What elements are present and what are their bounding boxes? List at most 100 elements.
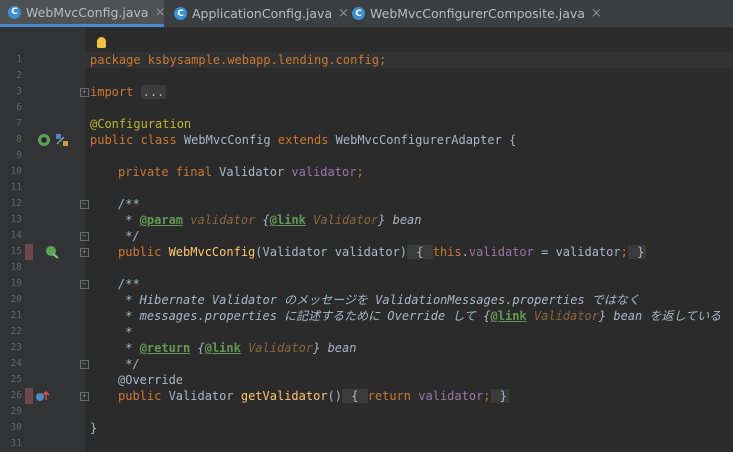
line-number: 3 <box>16 86 22 97</box>
line-number: 10 <box>10 166 22 177</box>
line-number: 22 <box>10 326 22 337</box>
class-icon: C <box>8 5 21 19</box>
code-line: } <box>90 421 98 435</box>
javadoc-tag: @return <box>139 341 191 355</box>
tab-label: WebMvcConfig.java <box>26 4 149 20</box>
close-icon[interactable]: × <box>591 6 602 21</box>
javadoc-text: bean を返している <box>606 309 722 323</box>
package-name: ksbysample.webapp.lending.config; <box>140 53 387 67</box>
override-method-icon[interactable] <box>34 388 50 404</box>
line-number: 30 <box>10 422 22 433</box>
fold-toggle[interactable]: + <box>80 248 89 257</box>
javadoc-param: validator <box>183 213 263 227</box>
line-number: 12 <box>10 198 22 209</box>
punctuation: ; <box>356 165 364 179</box>
javadoc-text: bean <box>320 341 357 355</box>
javadoc-ref: Validator <box>305 213 379 227</box>
line-number: 13 <box>10 214 22 225</box>
punctuation: () <box>327 389 342 403</box>
fold-toggle[interactable]: − <box>80 200 89 209</box>
method-name: getValidator <box>240 389 328 403</box>
punctuation: ) <box>399 245 408 259</box>
change-marker <box>25 244 33 260</box>
parameter-name: validator <box>555 245 621 259</box>
keyword: private <box>118 165 169 179</box>
spring-bean-icon[interactable] <box>36 132 52 148</box>
fold-brace[interactable]: { <box>342 389 368 403</box>
fold-toggle[interactable]: − <box>80 360 89 369</box>
code-line: public WebMvcConfig(Validator validator)… <box>118 244 647 260</box>
javadoc-line: * @return {@link Validator} bean <box>118 340 356 356</box>
line-number: 18 <box>10 262 22 273</box>
line-number: 25 <box>10 374 22 385</box>
operator: = <box>533 245 556 259</box>
lightbulb-icon[interactable] <box>97 37 106 48</box>
fold-toggle[interactable]: + <box>80 392 89 401</box>
line-number: 20 <box>10 294 22 305</box>
class-icon: C <box>352 7 365 20</box>
javadoc-text: * messages.properties に記述するために Override … <box>118 309 484 323</box>
line-number: 8 <box>16 134 22 145</box>
parameter-name: validator <box>334 245 400 259</box>
line-number: 24 <box>10 358 22 369</box>
folded-imports[interactable]: ... <box>140 85 167 99</box>
code-line: public class WebMvcConfig extends WebMvc… <box>90 132 516 148</box>
line-number: 19 <box>10 278 22 289</box>
fold-toggle[interactable]: − <box>80 232 89 241</box>
javadoc-text: bean <box>385 213 422 227</box>
parameter-list: (Validator <box>255 245 335 259</box>
autowire-icon[interactable] <box>44 244 60 260</box>
keyword: public <box>118 389 162 403</box>
annotation: @Configuration <box>90 117 192 131</box>
javadoc-tag: @link <box>204 341 241 355</box>
line-number: 21 <box>10 310 22 321</box>
close-icon[interactable]: × <box>155 5 166 20</box>
code-line: private final Validator validator; <box>118 164 364 180</box>
overridden-methods-icon[interactable] <box>54 132 70 148</box>
tab-label: WebMvcConfigurerComposite.java <box>370 6 585 21</box>
fold-toggle[interactable]: − <box>80 280 89 289</box>
field-name: validator <box>284 165 357 179</box>
tab-applicationconfig[interactable]: C ApplicationConfig.java × <box>166 0 349 27</box>
punctuation: ; <box>620 245 628 259</box>
line-number: 29 <box>10 406 22 417</box>
line-number: 14 <box>10 230 22 241</box>
keyword: public <box>118 245 162 259</box>
line-number: 31 <box>10 438 22 449</box>
field-name: validator <box>411 389 484 403</box>
fold-brace[interactable]: } <box>627 245 647 259</box>
type-name: Validator <box>161 389 241 403</box>
keyword: public <box>90 133 134 147</box>
javadoc-line: * <box>118 325 133 339</box>
code-line: import ... <box>90 84 167 100</box>
line-number: 9 <box>16 150 22 161</box>
line-number: 1 <box>16 54 22 65</box>
javadoc-tag: @link <box>269 213 306 227</box>
fold-toggle[interactable]: + <box>80 88 89 97</box>
javadoc-line: */ <box>118 229 140 243</box>
javadoc-line: * messages.properties に記述するために Override … <box>118 308 721 324</box>
javadoc-line: * @param validator {@link Validator} bea… <box>118 212 422 228</box>
keyword: this <box>432 245 462 259</box>
javadoc-ref: Validator <box>526 309 599 323</box>
javadoc-line: /** <box>118 277 140 291</box>
line-number: 2 <box>16 70 22 81</box>
fold-brace[interactable]: { <box>407 245 433 259</box>
javadoc-line: /** <box>118 197 140 211</box>
tab-label: ApplicationConfig.java <box>192 6 333 21</box>
tab-webmvcconfig[interactable]: C WebMvcConfig.java × <box>0 0 166 27</box>
line-number: 26 <box>10 390 22 401</box>
code-line: @Configuration <box>90 116 191 132</box>
javadoc-line: * Hibernate Validator のメッセージを Validation… <box>118 293 640 307</box>
line-number: 15 <box>10 246 22 257</box>
change-marker <box>25 388 33 404</box>
tab-webmvcconfigurercomposite[interactable]: C WebMvcConfigurerComposite.java × <box>344 0 602 27</box>
keyword: class <box>133 133 177 147</box>
type-name: Validator <box>211 165 285 179</box>
method-name: WebMvcConfig <box>161 245 256 259</box>
field-name: validator <box>468 245 534 259</box>
class-icon: C <box>174 7 187 20</box>
fold-brace[interactable]: } <box>490 389 509 403</box>
parent-class: WebMvcConfigurerAdapter { <box>328 133 517 147</box>
javadoc-text: * <box>118 213 140 227</box>
